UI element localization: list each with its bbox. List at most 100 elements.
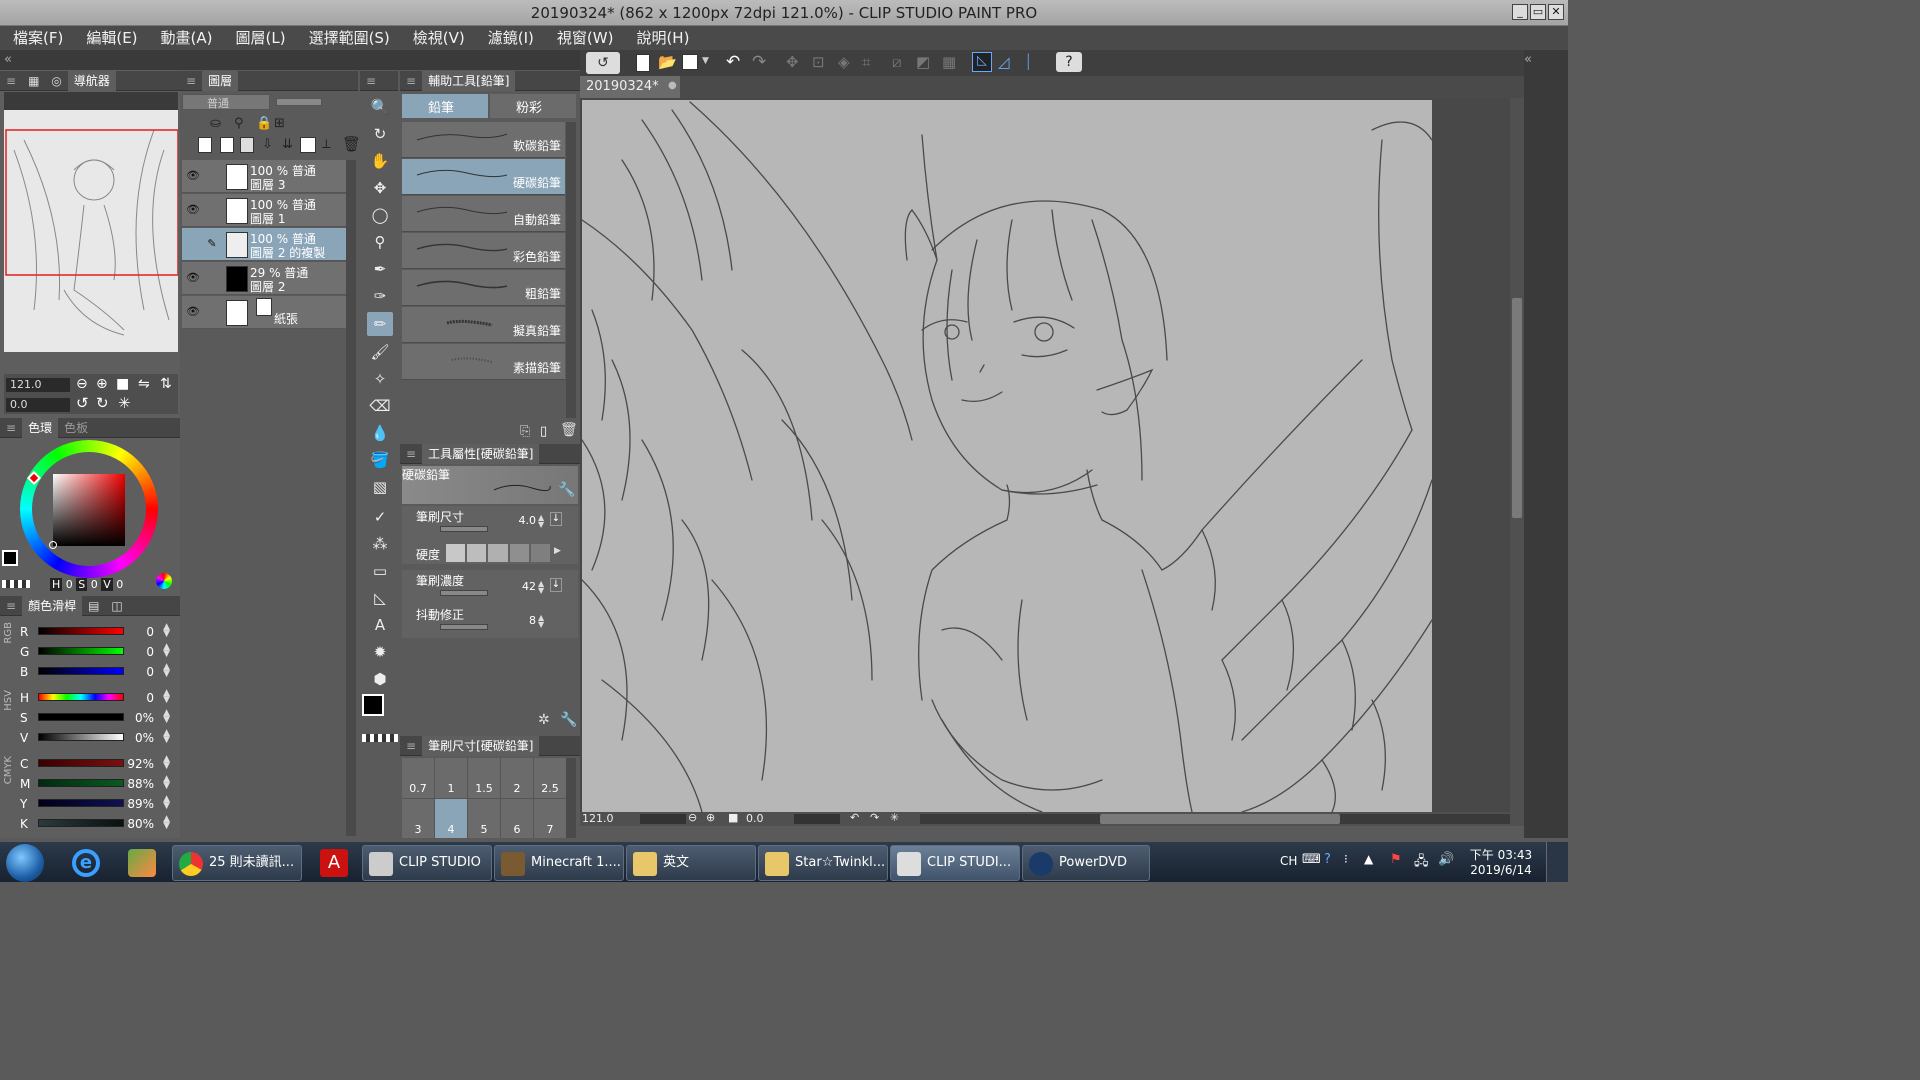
- rotate-right-icon[interactable]: ↻: [96, 394, 109, 412]
- canvas-rotate-left-icon[interactable]: ↶: [850, 811, 859, 824]
- eye-icon[interactable]: 👁: [185, 203, 201, 217]
- menu-file[interactable]: 檔案(F): [0, 26, 73, 50]
- brush-item[interactable]: 自動鉛筆: [402, 196, 565, 232]
- tab-layer[interactable]: 圖層: [202, 70, 239, 91]
- brush-size-cell[interactable]: 2: [501, 758, 534, 798]
- volume-icon[interactable]: 🔊: [1438, 852, 1454, 867]
- collapse-right-icon[interactable]: «: [1524, 52, 1532, 67]
- layer-scrollbar[interactable]: [346, 160, 356, 836]
- canvas-angle[interactable]: 0.0: [746, 812, 764, 825]
- layer-menu-icon[interactable]: ≡: [180, 71, 202, 91]
- menu-help[interactable]: 說明(H): [623, 26, 699, 50]
- flip-h-icon[interactable]: ⇋: [138, 376, 150, 392]
- subtool-wrench-icon[interactable]: 🔧: [560, 712, 577, 728]
- task-clip-studio-paint[interactable]: CLIP STUDI...: [890, 845, 1020, 881]
- new-subtool-icon[interactable]: ▯: [540, 424, 547, 439]
- snap-grid-icon[interactable]: ⏐: [1024, 53, 1033, 71]
- balloon-tool-icon[interactable]: ✹: [367, 640, 393, 664]
- menu-window[interactable]: 視窗(W): [544, 26, 624, 50]
- help-icon[interactable]: ?: [1056, 52, 1082, 72]
- menu-layer[interactable]: 圖層(L): [223, 26, 296, 50]
- slider-c[interactable]: C 92% ▲ ▼: [0, 754, 178, 774]
- blend-mode-select[interactable]: 普通: [182, 94, 270, 110]
- sv-handle[interactable]: [49, 541, 57, 549]
- rotate-field[interactable]: 0.0: [6, 398, 70, 412]
- subtool-scrollbar[interactable]: [566, 122, 576, 418]
- save-icon[interactable]: [682, 54, 698, 70]
- delete-subtool-icon[interactable]: 🗑: [560, 422, 578, 438]
- text-tool-icon[interactable]: A: [367, 613, 393, 637]
- layer-item[interactable]: 👁 100 % 普通 圖層 1: [182, 194, 346, 227]
- clock-date[interactable]: 2019/6/14: [1468, 863, 1534, 877]
- canvas-zoom[interactable]: 121.0: [582, 812, 614, 825]
- eye-icon[interactable]: 👁: [185, 169, 201, 183]
- acrobat-icon[interactable]: A: [308, 845, 360, 881]
- brush-size-cell[interactable]: 1.5: [468, 758, 501, 798]
- slider-b[interactable]: B 0 ▲ ▼: [0, 662, 178, 682]
- fill-selection-icon[interactable]: ◈: [838, 53, 850, 71]
- clear-icon[interactable]: ⧄: [892, 53, 902, 71]
- correct-line-tool-icon[interactable]: ⬢: [367, 667, 393, 691]
- grid-icon[interactable]: ▦: [942, 53, 956, 71]
- canvas-hscrollbar[interactable]: [920, 814, 1510, 824]
- open-file-icon[interactable]: 📂: [658, 53, 677, 71]
- undo-icon[interactable]: ↶: [726, 52, 740, 72]
- zoom-field[interactable]: 121.0: [6, 378, 70, 392]
- zoom-slider[interactable]: [640, 814, 686, 824]
- brush-item[interactable]: 彩色鉛筆: [402, 233, 565, 269]
- clip-studio-icon[interactable]: ↺: [586, 52, 620, 74]
- show-desktop-button[interactable]: [1546, 842, 1568, 882]
- reset-rotate-icon[interactable]: ✳: [118, 394, 131, 412]
- colorwheel-menu-icon[interactable]: ≡: [0, 418, 22, 438]
- tab-navigator[interactable]: 導航器: [67, 70, 116, 91]
- eye-icon[interactable]: 👁: [185, 271, 201, 285]
- navigator-preview[interactable]: [4, 110, 178, 352]
- network-icon[interactable]: 🖧: [1414, 852, 1429, 874]
- hue-ring[interactable]: [20, 440, 158, 578]
- slider-m[interactable]: M 88% ▲ ▼: [0, 774, 178, 794]
- menu-animation[interactable]: 動畫(A): [148, 26, 223, 50]
- collapse-left-icon[interactable]: «: [4, 52, 12, 67]
- drawing-canvas[interactable]: [582, 100, 1432, 812]
- pen-tool-icon[interactable]: ✒: [367, 257, 393, 281]
- ie-icon[interactable]: e: [60, 845, 112, 881]
- minimize-button[interactable]: _: [1512, 4, 1528, 20]
- tab-color-wheel[interactable]: 色環: [22, 417, 59, 438]
- crop-icon[interactable]: ⊡: [812, 53, 825, 71]
- brush-size-cell[interactable]: 1: [435, 758, 468, 798]
- blend-tool-icon[interactable]: 💧: [367, 421, 393, 445]
- colorslider-menu-icon[interactable]: ≡: [0, 596, 22, 616]
- hscroll-thumb[interactable]: [1100, 814, 1340, 824]
- delete-layer-icon[interactable]: 🗑: [342, 135, 361, 153]
- move-tool-icon[interactable]: ✥: [367, 176, 393, 200]
- help-tray-icon[interactable]: ?: [1324, 852, 1331, 867]
- subtool-detail-icon[interactable]: ✲: [538, 712, 550, 728]
- brushsize-menu-icon[interactable]: ≡: [400, 736, 422, 756]
- input-language[interactable]: CH: [1280, 854, 1297, 868]
- deselect-icon[interactable]: ✥: [786, 53, 799, 71]
- eyedropper-tool-icon[interactable]: ⚲: [367, 230, 393, 254]
- brush-tool-icon[interactable]: 🖌: [367, 340, 393, 364]
- layer-item[interactable]: 👁 紙張: [182, 296, 346, 329]
- opacity-slider[interactable]: [276, 98, 322, 106]
- slider-r[interactable]: R 0 ▲ ▼: [0, 622, 178, 642]
- rotate-tool-icon[interactable]: ↻: [367, 122, 393, 146]
- canvas-fit-icon[interactable]: ■: [728, 811, 738, 824]
- hand-tool-icon[interactable]: ✋: [367, 149, 393, 173]
- brush-size-cell[interactable]: 5: [468, 799, 501, 838]
- tray-menu-icon[interactable]: ⁝: [1344, 852, 1348, 866]
- transform-icon[interactable]: ⌗: [862, 53, 870, 71]
- layer-item[interactable]: 👁 29 % 普通 圖層 2: [182, 262, 346, 295]
- flip-v-icon[interactable]: ⇅: [160, 376, 172, 392]
- navigator-menu-icon[interactable]: ≡: [0, 71, 22, 91]
- canvas-reset-icon[interactable]: ✳: [890, 811, 899, 824]
- merge-icon[interactable]: ⇊: [282, 137, 293, 152]
- clear-outside-icon[interactable]: ◩: [916, 53, 930, 71]
- ruler-tool-icon[interactable]: ◺: [367, 586, 393, 610]
- slider-g[interactable]: G 0 ▲ ▼: [0, 642, 178, 662]
- brush-size-cell[interactable]: 7: [534, 799, 566, 838]
- keyboard-icon[interactable]: ⌨: [1302, 852, 1321, 867]
- mask-icon[interactable]: [300, 137, 316, 153]
- frame-tool-icon[interactable]: ▭: [367, 559, 393, 583]
- redo-icon[interactable]: ↷: [752, 52, 766, 72]
